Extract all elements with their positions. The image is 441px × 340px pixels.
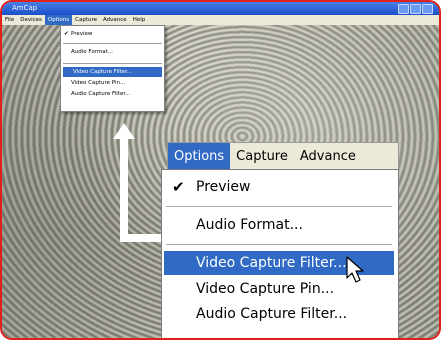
zoom-menu-capture[interactable]: Capture bbox=[230, 143, 294, 170]
window-title: AmCap bbox=[12, 4, 38, 12]
menu-advance[interactable]: Advance bbox=[100, 15, 130, 25]
menu-item-preview[interactable]: ✔ Preview bbox=[61, 29, 164, 39]
zoom-item-preview[interactable]: ✔ Preview bbox=[162, 175, 398, 199]
menu-file[interactable]: File bbox=[2, 15, 17, 25]
screenshot-frame: AmCap File Devices Options Capture Advan… bbox=[0, 0, 441, 340]
maximize-icon[interactable] bbox=[410, 4, 421, 14]
mouse-pointer-icon bbox=[346, 256, 364, 283]
callout-arrow bbox=[120, 137, 128, 242]
minimize-icon[interactable] bbox=[398, 4, 409, 14]
close-icon[interactable] bbox=[422, 4, 433, 14]
check-icon: ✔ bbox=[64, 31, 69, 37]
menu-item-video-capture-filter[interactable]: Video Capture Filter... bbox=[63, 67, 162, 77]
menu-item-video-capture-pin[interactable]: Video Capture Pin... bbox=[61, 78, 164, 88]
menu-separator bbox=[166, 206, 392, 207]
zoomed-menu-bar: Options Capture Advance bbox=[167, 142, 399, 171]
zoom-item-audio-capture-filter[interactable]: Audio Capture Filter... bbox=[162, 302, 398, 326]
zoom-menu-options[interactable]: Options bbox=[168, 143, 231, 170]
title-bar: AmCap bbox=[2, 2, 439, 15]
menu-capture[interactable]: Capture bbox=[72, 15, 100, 25]
menu-devices[interactable]: Devices bbox=[17, 15, 45, 25]
menu-item-audio-format[interactable]: Audio Format... bbox=[61, 47, 164, 57]
menu-item-audio-capture-filter[interactable]: Audio Capture Filter... bbox=[61, 89, 164, 99]
menu-separator bbox=[166, 244, 392, 245]
menu-options[interactable]: Options bbox=[44, 15, 73, 25]
zoom-menu-advance[interactable]: Advance bbox=[294, 143, 362, 170]
zoomed-options-dropdown: ✔ Preview Audio Format... Video Capture … bbox=[161, 169, 399, 338]
menu-separator bbox=[63, 43, 162, 44]
check-icon: ✔ bbox=[172, 178, 185, 196]
options-dropdown: ✔ Preview Audio Format... Video Capture … bbox=[60, 25, 165, 112]
menu-help[interactable]: Help bbox=[130, 15, 149, 25]
menu-separator bbox=[63, 63, 162, 64]
menu-bar: File Devices Options Capture Advance Hel… bbox=[2, 15, 439, 25]
zoom-item-audio-format[interactable]: Audio Format... bbox=[162, 213, 398, 237]
